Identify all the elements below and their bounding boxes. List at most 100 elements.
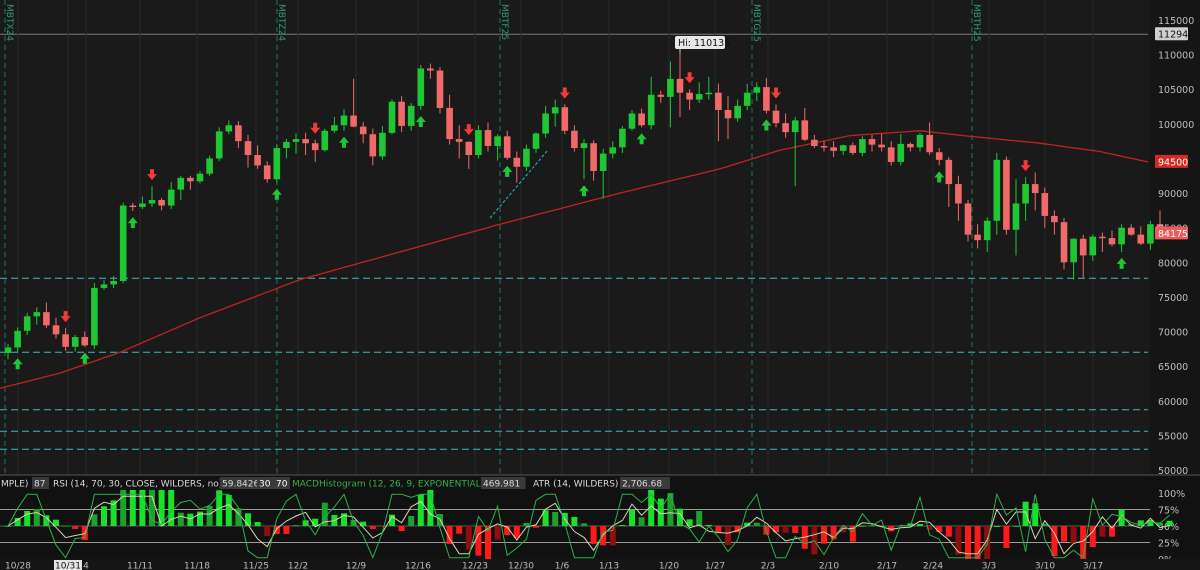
x-tick-label: 11/11 — [127, 562, 153, 570]
x-tick-label: 12/30 — [508, 562, 534, 570]
candle-up — [167, 189, 175, 206]
y-tick-label: 110000 — [1158, 51, 1194, 62]
macd-histogram-bar — [408, 516, 415, 526]
macd-histogram-bar — [715, 526, 722, 533]
candle-down — [849, 145, 857, 153]
candle-down — [1031, 184, 1039, 194]
candle-up — [14, 330, 21, 348]
indicator-label: ATR (14, WILDERS) — [533, 480, 618, 490]
candle-up — [791, 120, 799, 133]
candle-up — [4, 347, 12, 353]
candle-up — [705, 92, 713, 95]
macd-histogram-bar — [725, 526, 731, 545]
indicator-label: RSI (14, 70, 30, CLOSE, WILDERS, no) — [53, 480, 222, 490]
candle-up — [292, 139, 300, 142]
macd-histogram-bar — [485, 526, 491, 563]
macd-histogram-bar — [821, 526, 827, 544]
macd-histogram-bar — [264, 526, 271, 536]
candle-down — [590, 143, 597, 171]
y-tick-label: 70000 — [1158, 328, 1188, 339]
candle-up — [532, 133, 540, 149]
candle-down — [638, 113, 645, 126]
macd-histogram-bar — [600, 526, 607, 546]
x-tick-label: 3/17 — [1083, 562, 1103, 570]
y-tick-label: 80000 — [1158, 258, 1188, 269]
candle-down — [1127, 227, 1135, 235]
candle-up — [33, 312, 41, 317]
candle-down — [657, 94, 665, 97]
candle-up — [23, 316, 31, 331]
candle-up — [407, 105, 415, 126]
candle-down — [81, 337, 89, 346]
candle-up — [1118, 227, 1125, 245]
candle-up — [628, 113, 636, 129]
candle-down — [820, 146, 828, 148]
candle-up — [215, 131, 223, 159]
macd-histogram-bar — [590, 526, 597, 544]
macd-histogram-bar — [33, 509, 40, 526]
macd-histogram-bar — [1070, 526, 1077, 543]
candle-up — [993, 159, 1001, 221]
macd-histogram-bar — [753, 522, 760, 526]
candle-down — [907, 143, 914, 148]
candle-up — [1022, 184, 1029, 204]
candle-down — [369, 134, 377, 157]
macd-histogram-bar — [936, 526, 943, 532]
candle-down — [503, 136, 511, 158]
candle-down — [724, 110, 732, 119]
x-tick-label: 3/3 — [982, 562, 996, 570]
y-tick-label: 90000 — [1158, 189, 1188, 200]
macd-histogram-bar — [72, 526, 79, 529]
macd-histogram-bar — [993, 526, 1000, 527]
indicator-label: 87 — [34, 480, 45, 490]
candle-down — [571, 130, 578, 149]
indicator-panel: MPLE) 87 RSI (14, 70, 30, CLOSE, WILDERS, … — [0, 474, 1200, 570]
ma-tag: 94500 — [1158, 157, 1188, 168]
macd-histogram-bar — [773, 526, 779, 533]
macd-histogram-bar — [792, 526, 799, 533]
macd-histogram-bar — [811, 526, 818, 555]
indicator-label: 59.8426 — [222, 480, 259, 490]
candle-down — [436, 70, 444, 108]
x-tick-label: 2/17 — [877, 562, 897, 570]
candle-up — [542, 113, 549, 134]
candle-down — [1041, 193, 1049, 216]
candle-up — [110, 281, 117, 285]
candle-down — [1060, 222, 1068, 263]
x-tick-label: 1/27 — [705, 562, 725, 570]
indicator-label: 469.981 — [483, 480, 520, 490]
candle-up — [1147, 224, 1154, 244]
macd-histogram-bar — [696, 511, 703, 526]
indicator-y-label: 100% — [1158, 489, 1185, 500]
macd-histogram-bar — [254, 522, 261, 526]
macd-histogram-bar — [1022, 501, 1029, 526]
x-tick-label: 12/23 — [462, 562, 488, 570]
top-line-tag: 112944 — [1158, 30, 1194, 41]
y-tick-label: 65000 — [1158, 362, 1188, 373]
candle-down — [311, 143, 319, 151]
macd-histogram-bar — [552, 512, 559, 526]
indicator-y-label: 75% — [1158, 506, 1179, 517]
macd-histogram-bar — [369, 526, 376, 529]
candle-up — [667, 78, 674, 97]
macd-histogram-bar — [465, 526, 472, 550]
macd-histogram-bar — [638, 517, 645, 526]
high-tooltip-text: Hi: 110135 — [678, 38, 730, 49]
candle-down — [926, 134, 933, 153]
candle-up — [897, 143, 905, 162]
candle-down — [1137, 234, 1145, 244]
macd-histogram-bar — [101, 506, 107, 526]
candle-down — [868, 139, 876, 145]
price-chart[interactable]: MBTX24 MBTZ24 MBTF25 MBTG25 MBTH25 115000 110… — [0, 0, 1200, 570]
macd-histogram-bar — [945, 526, 952, 537]
macd-histogram-bar — [5, 526, 11, 527]
candle-up — [599, 153, 607, 171]
candle-down — [427, 68, 434, 71]
candle-up — [1070, 238, 1077, 263]
candle-down — [974, 234, 981, 241]
candle-down — [129, 205, 137, 208]
candle-up — [1012, 203, 1020, 230]
y-tick-label: 75000 — [1158, 293, 1188, 304]
candle-down — [964, 203, 972, 235]
candle-down — [187, 177, 194, 182]
